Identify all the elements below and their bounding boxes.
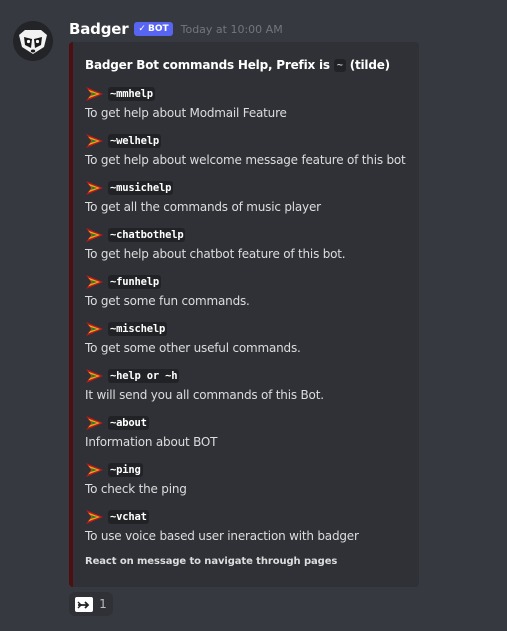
- embed-title: Badger Bot commands Help, Prefix is ~ (t…: [85, 58, 390, 72]
- command-description: It will send you all commands of this Bo…: [85, 388, 324, 402]
- embed-title-text: Badger Bot commands Help, Prefix is: [85, 58, 330, 72]
- reaction-count: 1: [99, 597, 107, 611]
- command-code: ~mischelp: [108, 322, 168, 336]
- command-description: To check the ping: [85, 482, 187, 496]
- arrow-icon: [85, 274, 105, 290]
- command-code: ~chatbothelp: [108, 228, 186, 242]
- bot-tag-label: BOT: [147, 24, 169, 34]
- arrow-icon: [85, 227, 105, 243]
- command-code: ~funhelp: [108, 275, 161, 289]
- command-description: To get all the commands of music player: [85, 200, 321, 214]
- embed-title-suffix: (tilde): [349, 58, 390, 72]
- command-code: ~vchat: [108, 510, 149, 524]
- prefix-code: ~: [333, 58, 346, 72]
- embed: Badger Bot commands Help, Prefix is ~ (t…: [69, 42, 419, 587]
- command-code: ~musichelp: [108, 181, 174, 195]
- arrow-icon: [85, 321, 105, 337]
- command-description: To get some other useful commands.: [85, 341, 301, 355]
- embed-footer: React on message to navigate through pag…: [85, 556, 338, 567]
- field-name: ~chatbothelp: [85, 226, 415, 244]
- timestamp[interactable]: Today at 10:00 AM: [181, 23, 283, 36]
- command-code: ~mmhelp: [108, 87, 155, 101]
- embed-field: ~vchat To use voice based user ineraction…: [85, 508, 415, 543]
- arrow-icon: [85, 415, 105, 431]
- embed-field: ~ping To check the ping: [85, 461, 415, 496]
- field-name: ~musichelp: [85, 179, 415, 197]
- field-name: ~mischelp: [85, 320, 415, 338]
- field-name: ~about: [85, 414, 415, 432]
- avatar[interactable]: [13, 21, 53, 61]
- command-description: To get some fun commands.: [85, 294, 250, 308]
- embed-field: ~about Information about BOT: [85, 414, 415, 449]
- command-description: To use voice based user ineraction with …: [85, 529, 359, 543]
- command-description: To get help about chatbot feature of thi…: [85, 247, 346, 261]
- embed-field: ~mischelp To get some other useful comman…: [85, 320, 415, 355]
- check-icon: ✓: [138, 24, 146, 34]
- command-code: ~help or ~h: [108, 369, 180, 383]
- command-description: To get help about Modmail Feature: [85, 106, 287, 120]
- arrow-icon: [85, 180, 105, 196]
- embed-field: ~welhelp To get help about welcome messag…: [85, 132, 415, 167]
- embed-accent-bar: [69, 42, 73, 587]
- command-description: Information about BOT: [85, 435, 218, 449]
- username[interactable]: Badger: [69, 20, 129, 38]
- reaction-button[interactable]: 1: [69, 592, 113, 616]
- bot-tag: ✓ BOT: [134, 22, 173, 36]
- arrow-icon: [85, 368, 105, 384]
- field-name: ~vchat: [85, 508, 415, 526]
- arrow-icon: [85, 86, 105, 102]
- field-name: ~welhelp: [85, 132, 415, 150]
- field-name: ~ping: [85, 461, 415, 479]
- arrow-icon: [85, 509, 105, 525]
- embed-field: ~mmhelp To get help about Modmail Feature: [85, 85, 415, 120]
- embed-field: ~help or ~h It will send you all commands…: [85, 367, 415, 402]
- command-code: ~ping: [108, 463, 143, 477]
- embed-field: ~musichelp To get all the commands of mus…: [85, 179, 415, 214]
- command-code: ~welhelp: [108, 134, 161, 148]
- embed-field: ~chatbothelp To get help about chatbot fe…: [85, 226, 415, 261]
- badger-avatar-icon: [13, 21, 53, 61]
- arrow-icon: [85, 462, 105, 478]
- command-code: ~about: [108, 416, 149, 430]
- arrow-right-icon: [75, 597, 94, 612]
- field-name: ~funhelp: [85, 273, 415, 291]
- arrow-icon: [85, 133, 105, 149]
- field-name: ~help or ~h: [85, 367, 415, 385]
- embed-field: ~funhelp To get some fun commands.: [85, 273, 415, 308]
- command-description: To get help about welcome message featur…: [85, 153, 406, 167]
- message-header: Badger ✓ BOT Today at 10:00 AM: [69, 19, 283, 39]
- field-name: ~mmhelp: [85, 85, 415, 103]
